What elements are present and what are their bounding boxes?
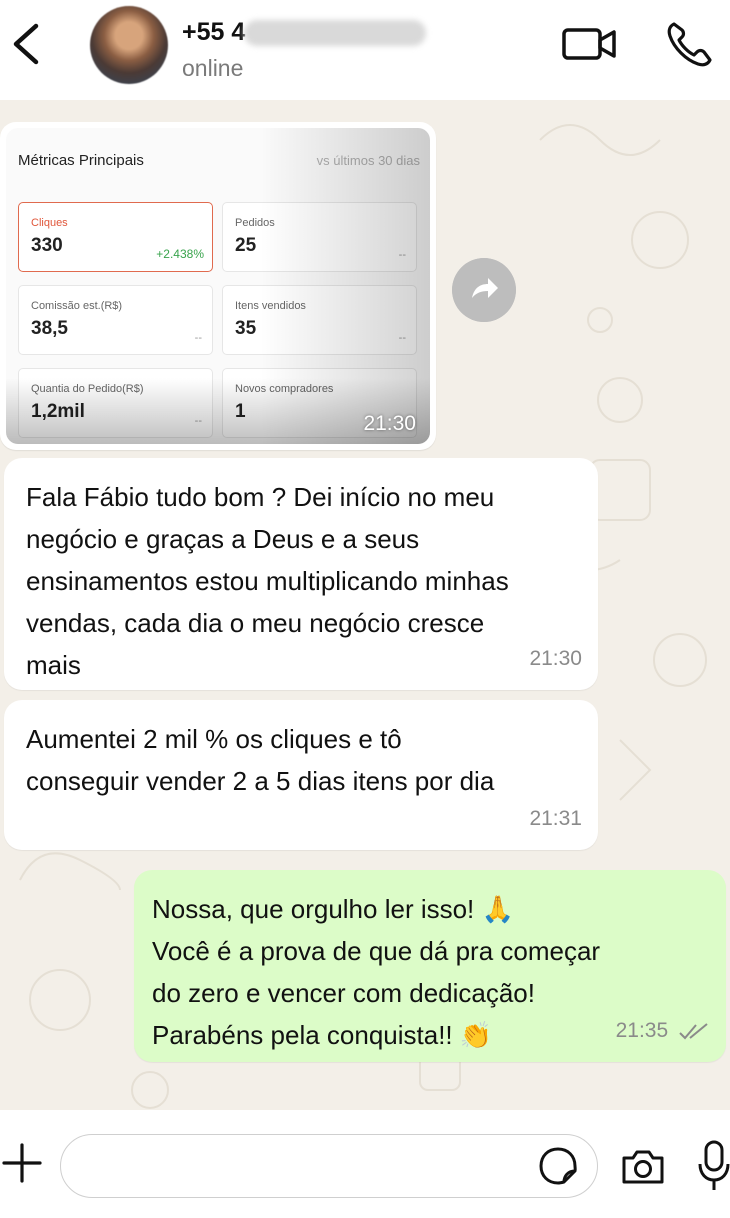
metric-value: 1	[235, 401, 246, 422]
message-line: negócio e graças a Deus e a seus	[26, 524, 420, 554]
redacted-phone-blur	[244, 20, 426, 46]
metric-label: Quantia do Pedido(R$)	[31, 383, 144, 395]
metric-delta: --	[194, 332, 202, 344]
metric-value: 330	[31, 235, 63, 256]
incoming-message[interactable]: Fala Fábio tudo bom ? Dei início no meu …	[4, 458, 598, 690]
share-forward-icon[interactable]	[452, 258, 516, 322]
metric-label: Cliques	[31, 217, 68, 229]
camera-icon[interactable]	[620, 1148, 666, 1186]
metrics-screenshot[interactable]: Métricas Principais vs últimos 30 dias C…	[6, 128, 430, 444]
contact-name[interactable]: +55 4	[182, 18, 245, 47]
message-line: do zero e vencer com dedicação!	[152, 978, 535, 1008]
image-timestamp: 21:30	[363, 412, 416, 435]
sticker-icon[interactable]	[538, 1146, 578, 1186]
metric-label: Itens vendidos	[235, 300, 306, 312]
message-line: Fala Fábio tudo bom ? Dei início no meu	[26, 482, 495, 512]
message-line: Você é a prova de que dá pra começar	[152, 936, 601, 966]
double-check-read-icon	[679, 1023, 708, 1040]
message-timestamp: 21:35	[616, 1010, 710, 1052]
metric-delta: --	[194, 415, 202, 427]
video-camera-icon[interactable]	[560, 22, 620, 66]
message-timestamp: 21:30	[529, 647, 582, 670]
metric-value: 25	[235, 235, 257, 256]
message-line: mais	[26, 650, 81, 680]
chat-area[interactable]: Métricas Principais vs últimos 30 dias C…	[0, 100, 730, 1110]
message-time-text: 21:35	[615, 1019, 669, 1042]
metric-card-cliques: Cliques 330 +2.438%	[18, 202, 213, 272]
phone-icon[interactable]	[664, 18, 716, 70]
contact-status: online	[182, 55, 244, 81]
metric-card-comissao: Comissão est.(R$) 38,5 --	[18, 285, 213, 355]
metric-card-quantia: Quantia do Pedido(R$) 1,2mil --	[18, 368, 213, 438]
outgoing-message[interactable]: Nossa, que orgulho ler isso! 🙏 Você é a …	[134, 870, 726, 1062]
incoming-message[interactable]: Aumentei 2 mil % os cliques e tô consegu…	[4, 700, 598, 850]
metrics-range: vs últimos 30 dias	[316, 153, 420, 168]
metrics-title: Métricas Principais	[18, 152, 144, 169]
message-line: vendas, cada dia o meu negócio cresce	[26, 608, 485, 638]
message-line: ensinamentos estou multiplicando minhas	[26, 566, 509, 596]
metric-value: 38,5	[31, 318, 68, 339]
composer-bar	[0, 1110, 730, 1218]
metric-value: 1,2mil	[31, 401, 85, 422]
message-timestamp: 21:31	[529, 807, 582, 830]
metric-delta: +2.438%	[156, 247, 204, 261]
chat-header: +55 4 online	[0, 0, 730, 100]
metric-value: 35	[235, 318, 257, 339]
message-input[interactable]	[60, 1134, 598, 1198]
message-line: Aumentei 2 mil % os cliques e tô	[26, 724, 402, 754]
metric-card-itens: Itens vendidos 35 --	[222, 285, 417, 355]
back-chevron-icon[interactable]	[4, 14, 50, 74]
metric-label: Novos compradores	[235, 383, 334, 395]
message-line: conseguir vender 2 a 5 dias itens por di…	[26, 766, 495, 796]
message-line: Nossa, que orgulho ler isso! 🙏	[152, 894, 514, 924]
plus-icon[interactable]	[0, 1138, 44, 1188]
metric-delta: --	[398, 332, 406, 344]
contact-avatar[interactable]	[90, 6, 168, 84]
metric-label: Comissão est.(R$)	[31, 300, 123, 312]
metric-label: Pedidos	[235, 217, 275, 229]
image-message[interactable]: Métricas Principais vs últimos 30 dias C…	[0, 122, 436, 450]
metric-delta: --	[398, 249, 406, 261]
microphone-icon[interactable]	[698, 1138, 730, 1194]
metric-card-pedidos: Pedidos 25 --	[222, 202, 417, 272]
